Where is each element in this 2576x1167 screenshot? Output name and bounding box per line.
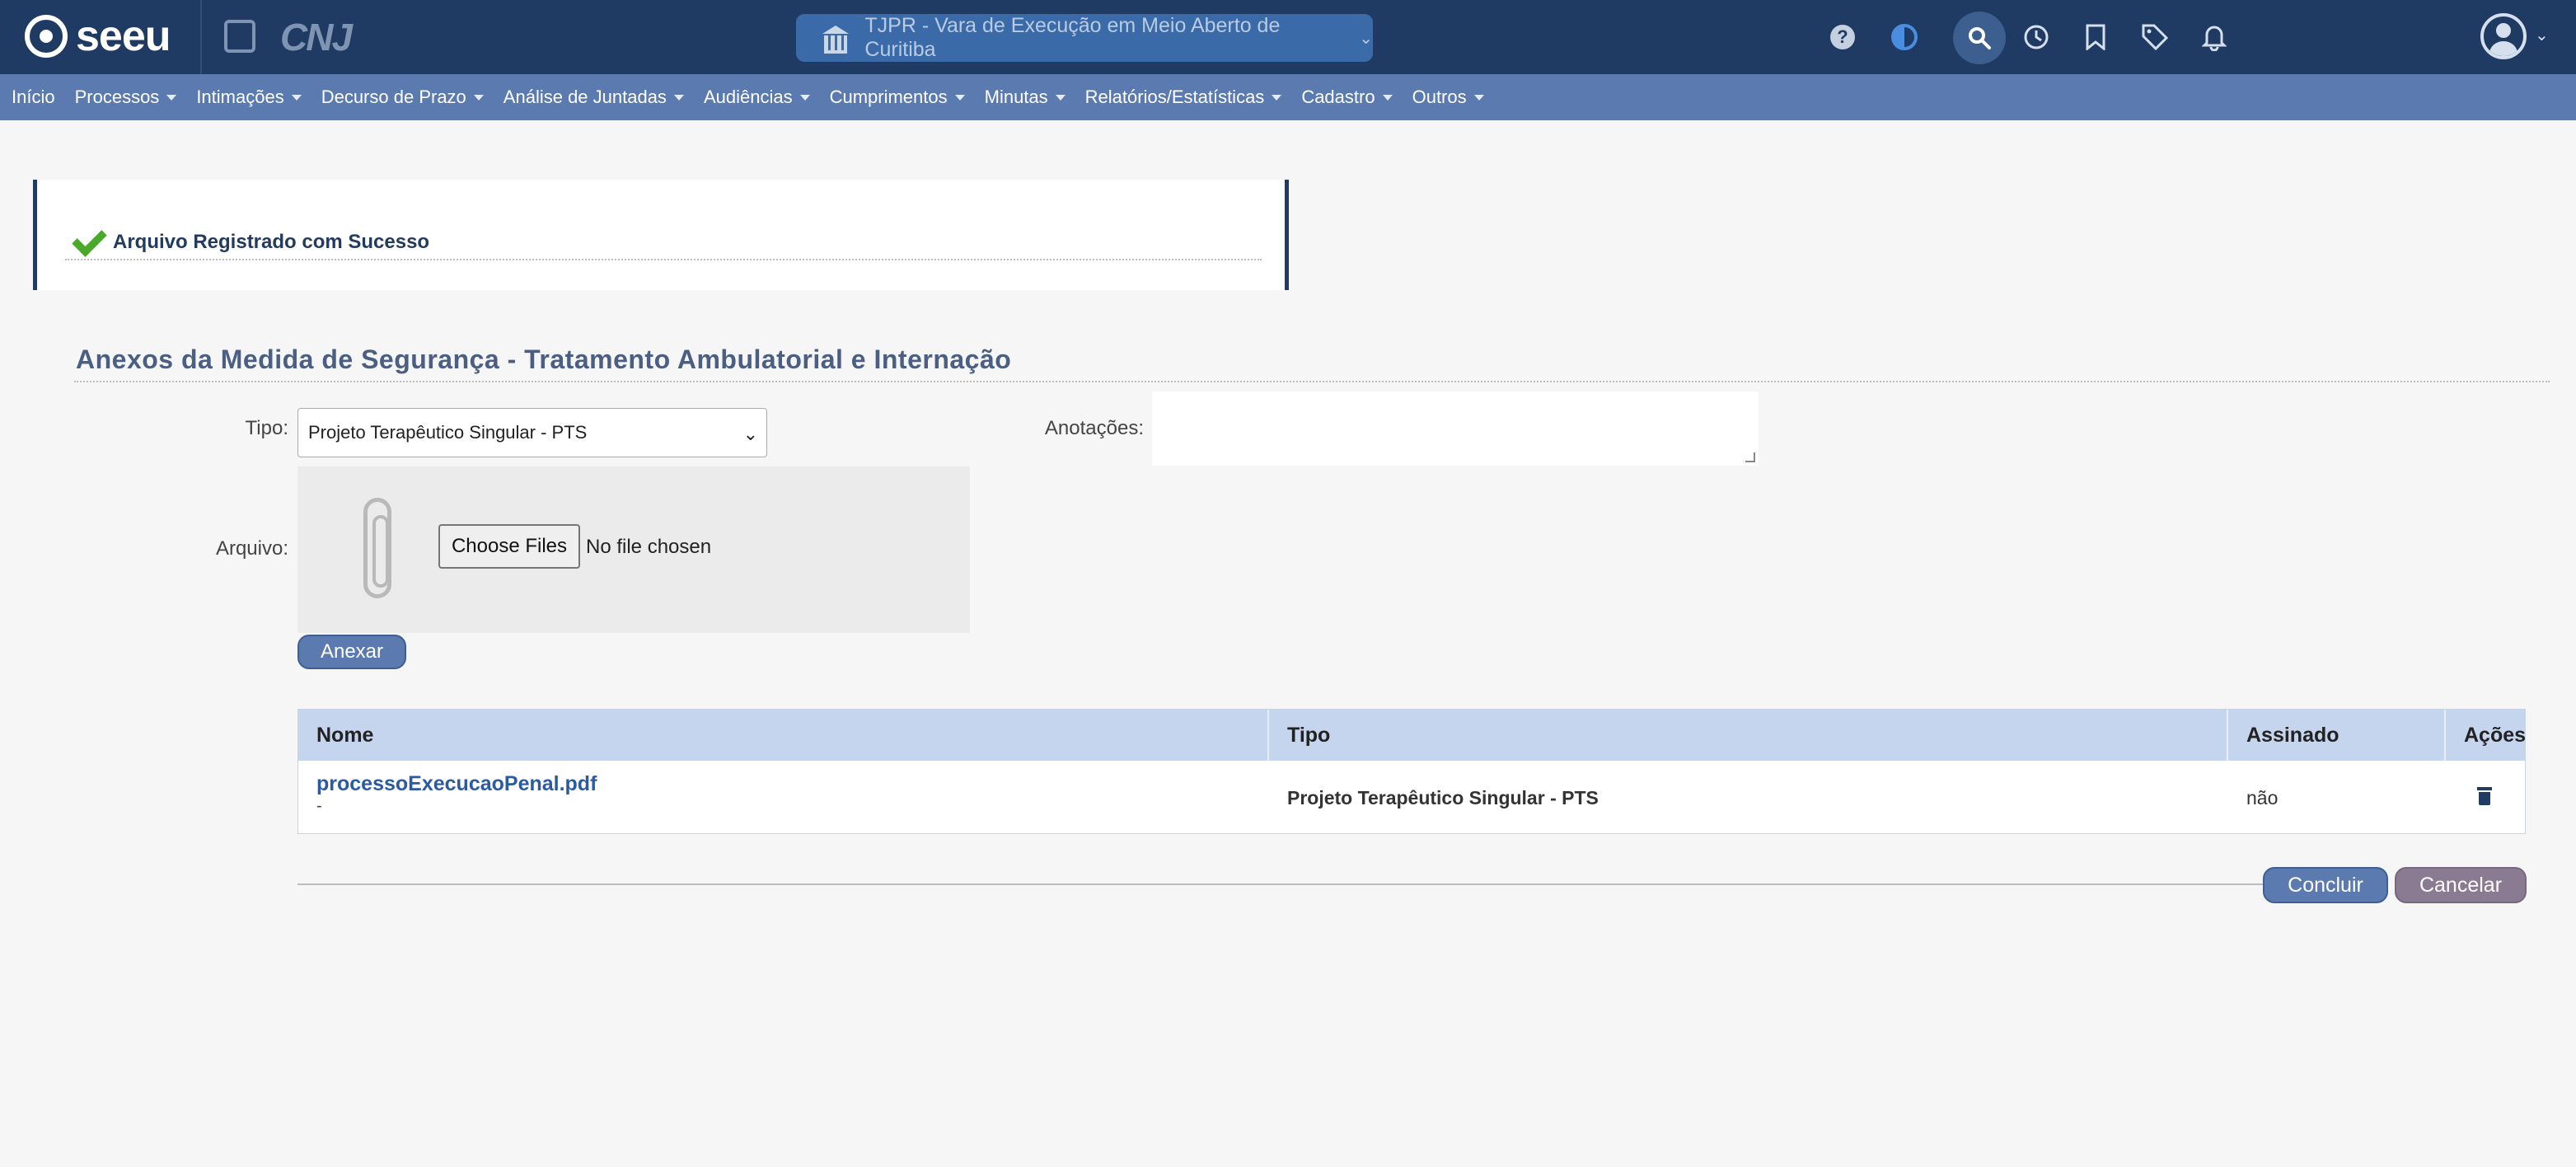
bank-icon [822, 26, 850, 54]
user-avatar-icon[interactable] [2480, 13, 2527, 59]
arquivo-label: Arquivo: [215, 537, 288, 560]
column-header-acoes: Ações [2464, 723, 2527, 747]
caret-down-icon [1473, 94, 1484, 101]
menu-item-outros[interactable]: Outros [1412, 87, 1484, 108]
caret-down-icon [166, 94, 177, 101]
file-link[interactable]: processoExecucaoPenal.pdf [316, 772, 597, 796]
paperclip-icon [363, 498, 391, 598]
anotacoes-label: Anotações: [1044, 417, 1144, 439]
menu-item-label: Cumprimentos [829, 87, 948, 107]
menu-item-in-cio[interactable]: Início [12, 87, 55, 108]
menu-item-label: Intimações [196, 87, 284, 107]
search-icon[interactable] [1953, 12, 2006, 64]
menu-item-label: Audiências [703, 87, 793, 107]
menu-item-processos[interactable]: Processos [75, 87, 177, 108]
seeu-logo-icon [25, 15, 68, 58]
column-header-nome[interactable]: Nome [298, 710, 1269, 761]
column-header-assinado[interactable]: Assinado [2228, 710, 2446, 761]
row-assinado: não [2246, 787, 2279, 808]
chevron-down-icon: ⌄ [1359, 29, 1373, 48]
file-subtext: - [316, 797, 322, 815]
menu-item-label: Processos [74, 87, 160, 107]
trash-icon[interactable] [2477, 787, 2492, 805]
menu-item-cadastro[interactable]: Cadastro [1301, 87, 1393, 108]
tag-icon[interactable] [2136, 18, 2174, 56]
menu-item-cumprimentos[interactable]: Cumprimentos [830, 87, 965, 108]
menu-item-label: Início [12, 87, 55, 107]
caret-down-icon [1055, 94, 1066, 101]
top-bar: seeu CNJ TJPR - Vara de Execução em Meio… [0, 0, 2576, 74]
menu-item-relat-rios-estat-sticas[interactable]: Relatórios/Estatísticas [1085, 87, 1282, 108]
page-title: Anexos da Medida de Segurança - Tratamen… [76, 344, 1012, 374]
caret-down-icon [473, 94, 484, 101]
seeu-logo-text: seeu [76, 12, 171, 60]
cnj-icon [224, 20, 255, 53]
column-header-tipo[interactable]: Tipo [1269, 710, 2228, 761]
menu-item-label: Análise de Juntadas [503, 87, 667, 107]
menu-item-an-lise-de-juntadas[interactable]: Análise de Juntadas [503, 87, 684, 108]
menu-item-label: Decurso de Prazo [321, 87, 466, 107]
caret-down-icon [799, 94, 810, 101]
bookmark-icon[interactable] [2077, 18, 2115, 56]
tipo-select-value: Projeto Terapêutico Singular - PTS [308, 422, 588, 443]
chevron-down-icon: ⌄ [742, 424, 758, 444]
menu-item-minutas[interactable]: Minutas [985, 87, 1066, 108]
file-dropzone[interactable]: Choose Files No file chosen [297, 466, 970, 633]
caret-down-icon [1272, 94, 1282, 101]
divider [65, 259, 1262, 260]
row-tipo: Projeto Terapêutico Singular - PTS [1287, 787, 1599, 808]
cancelar-button[interactable]: Cancelar [2395, 867, 2527, 903]
seeu-logo[interactable]: seeu [25, 15, 171, 58]
tipo-label: Tipo: [245, 417, 288, 439]
section-divider [74, 381, 2550, 382]
caret-down-icon [291, 94, 302, 101]
file-status: No file chosen [586, 536, 712, 558]
menu-item-intima-es[interactable]: Intimações [196, 87, 302, 108]
success-alert: Arquivo Registrado com Sucesso [33, 180, 1289, 290]
court-selector[interactable]: TJPR - Vara de Execução em Meio Aberto d… [796, 14, 1373, 62]
main-menu: Início Processos Intimações Decurso de Praz… [0, 74, 2576, 120]
attachments-table: Nome Tipo Assinado Ações processoExecuca… [297, 709, 2526, 834]
top-divider [200, 0, 202, 74]
bell-icon[interactable] [2195, 18, 2233, 56]
caret-down-icon [673, 94, 684, 101]
menu-item-label: Outros [1412, 87, 1467, 107]
anexar-button[interactable]: Anexar [297, 635, 406, 669]
choose-files-button[interactable]: Choose Files [438, 524, 580, 569]
menu-item-audi-ncias[interactable]: Audiências [704, 87, 810, 108]
concluir-button[interactable]: Concluir [2263, 867, 2388, 903]
actions-divider [297, 883, 2265, 885]
resize-grip-icon[interactable] [1745, 452, 1755, 462]
check-icon [65, 226, 101, 255]
menu-item-label: Cadastro [1301, 87, 1375, 107]
caret-down-icon [1382, 94, 1393, 101]
help-icon[interactable]: ? [1824, 18, 1862, 56]
menu-item-label: Relatórios/Estatísticas [1084, 87, 1265, 107]
menu-item-decurso-de-prazo[interactable]: Decurso de Prazo [321, 87, 484, 108]
tipo-select[interactable]: Projeto Terapêutico Singular - PTS ⌄ [297, 408, 767, 457]
avatar-chevron-icon[interactable]: ⌄ [2535, 25, 2549, 45]
caret-down-icon [954, 94, 965, 101]
success-message: Arquivo Registrado com Sucesso [113, 231, 430, 253]
court-selector-label: TJPR - Vara de Execução em Meio Aberto d… [864, 14, 1281, 61]
table-header: Nome Tipo Assinado Ações [298, 710, 2527, 761]
menu-item-label: Minutas [984, 87, 1048, 107]
cnj-logo: CNJ [280, 16, 353, 59]
anotacoes-textarea[interactable] [1152, 391, 1759, 466]
contrast-icon[interactable] [1885, 18, 1923, 56]
history-icon[interactable] [2017, 18, 2055, 56]
